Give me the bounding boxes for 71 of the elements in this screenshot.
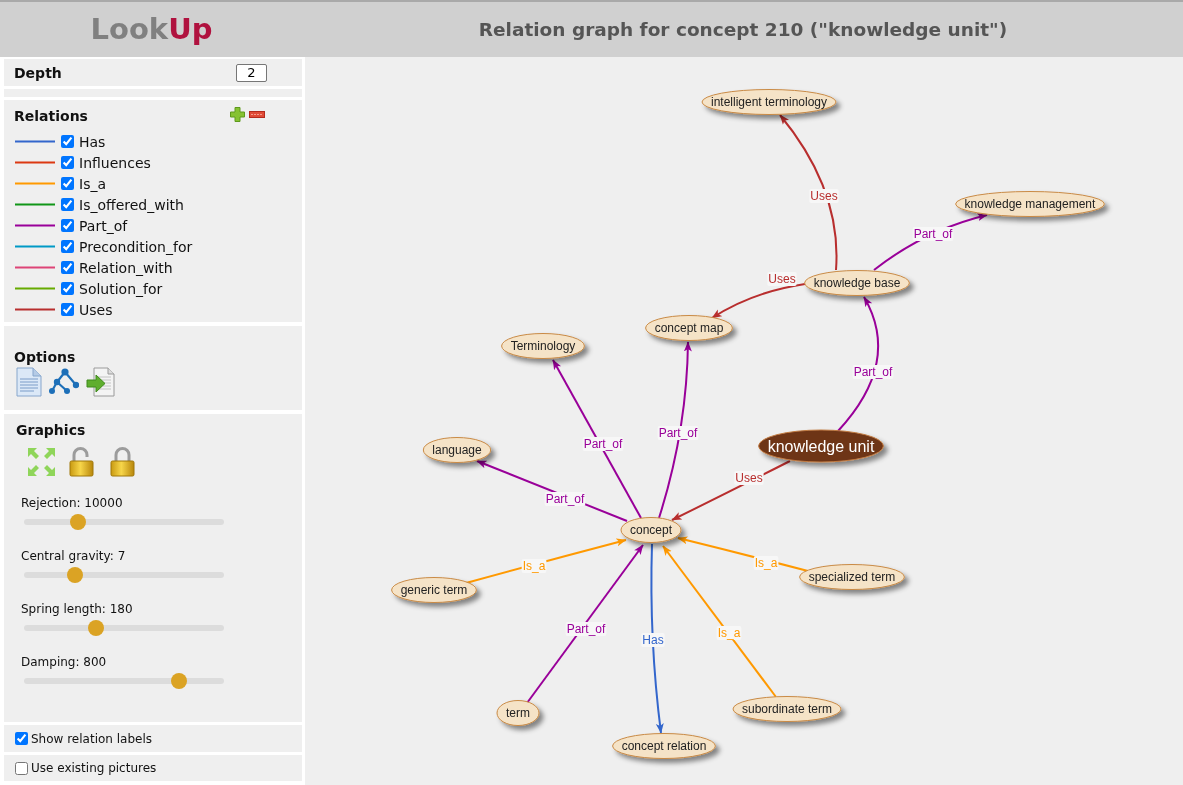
tree-diagram-icon[interactable] [49, 367, 79, 395]
edge-label: Part_of [582, 437, 624, 451]
logo: LookUp [90, 11, 213, 46]
relation-label: Relation_with [79, 259, 173, 276]
relation-label: Has [79, 133, 106, 150]
checkbox[interactable] [61, 135, 74, 148]
page-title: Relation graph for concept 210 ("knowledge unit") [478, 19, 1008, 40]
slider-label: Damping: 800 [21, 654, 107, 670]
concept-node[interactable]: intelligent terminology [701, 89, 837, 115]
relation-label: Influences [79, 154, 151, 171]
checkbox[interactable] [61, 156, 74, 169]
section-title: Graphics [16, 422, 87, 438]
relation-label: Uses [79, 301, 113, 318]
concept-node[interactable]: knowledge unit [758, 429, 884, 463]
slider-label: Central gravity: 7 [21, 548, 126, 564]
depth-label: Depth [14, 64, 62, 81]
concept-node[interactable]: Terminology [501, 333, 585, 359]
checkbox[interactable] [61, 177, 74, 190]
edge-label: Is_a [716, 626, 742, 640]
edge-label: Is_a [521, 559, 547, 573]
edge-label: Part_of [912, 227, 954, 241]
edge-label: Uses [767, 272, 797, 286]
slider-thumb[interactable] [88, 620, 104, 636]
concept-node[interactable]: knowledge base [804, 270, 910, 296]
relation-label: Part_of [79, 217, 128, 234]
concept-node[interactable]: language [422, 437, 492, 463]
edge-label: Part_of [565, 622, 607, 636]
concept-node[interactable]: subordinate term [732, 696, 842, 722]
concept-node[interactable]: concept relation [612, 733, 716, 759]
document-icon[interactable] [16, 367, 42, 397]
edge-label: Part_of [852, 365, 894, 379]
relation-label: Solution_for [79, 280, 163, 297]
checkbox[interactable] [61, 198, 74, 211]
relation-label: Is_a [79, 175, 106, 192]
section-title: Relations [14, 108, 88, 124]
concept-node[interactable]: concept map [645, 315, 733, 341]
edge-label: Has [641, 633, 665, 647]
document-arrow-icon[interactable] [86, 367, 115, 397]
relation-label: Is_offered_with [79, 196, 184, 213]
padlock-icon[interactable] [109, 447, 137, 477]
expand-arrows-icon[interactable] [27, 447, 56, 477]
checkbox[interactable] [61, 240, 74, 253]
unlocked-padlock-icon[interactable] [68, 447, 97, 477]
checkbox[interactable] [61, 303, 74, 316]
edge-label: Is_a [753, 556, 779, 570]
plus-icon[interactable] [230, 107, 245, 122]
depth-input[interactable]: 2 [236, 63, 267, 82]
checkbox[interactable] [61, 282, 74, 295]
concept-node[interactable]: concept [620, 517, 682, 543]
checkbox[interactable] [15, 732, 28, 745]
edge-label: Uses [809, 189, 839, 203]
checkbox[interactable] [61, 219, 74, 232]
slider-thumb[interactable] [67, 567, 83, 583]
minus-icon[interactable] [249, 111, 265, 118]
edge-label: Uses [734, 471, 764, 485]
slider-label: Spring length: 180 [21, 601, 133, 617]
section-title: Options [14, 349, 77, 365]
concept-node[interactable]: specialized term [799, 564, 905, 590]
checkbox[interactable] [15, 761, 28, 775]
slider-thumb[interactable] [171, 673, 187, 689]
checkbox-label: Show relation labels [31, 731, 152, 746]
checkbox-label: Use existing pictures [31, 761, 157, 775]
relation-label: Precondition_for [79, 238, 193, 255]
concept-node[interactable]: knowledge management [955, 191, 1105, 217]
slider-thumb[interactable] [70, 514, 86, 530]
edge-label: Part_of [544, 492, 586, 506]
checkbox[interactable] [61, 261, 74, 274]
edge-label: Part_of [657, 426, 699, 440]
concept-node[interactable]: generic term [391, 577, 477, 603]
slider-label: Rejection: 10000 [21, 495, 123, 511]
concept-node[interactable]: term [496, 700, 540, 726]
